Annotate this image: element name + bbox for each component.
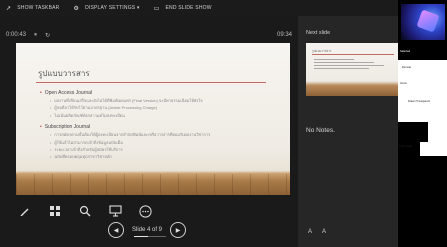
arrow-up-icon: ↗	[6, 5, 12, 12]
screen-icon[interactable]	[108, 204, 122, 218]
slide-title-divider	[36, 82, 266, 83]
previous-icon: ◀	[113, 227, 119, 234]
overlay-panel	[428, 122, 447, 142]
overlay-panel	[420, 142, 447, 156]
next-slide-label: Next slide	[306, 30, 331, 36]
next-slide-preview[interactable]: รูปแบบวารสาร	[306, 43, 401, 96]
bullet-item: ระยะเวลาเข้าถึงสำหรับผู้สมัครใช้บริการ	[40, 146, 280, 153]
show-taskbar-button[interactable]: ↗ SHOW TASKBAR	[6, 5, 59, 12]
overlay-label: Arrow	[400, 82, 407, 85]
overlay-label: Trans Solid	[399, 145, 413, 148]
zoom-icon[interactable]	[78, 204, 92, 218]
next-slide-text-line	[314, 59, 354, 60]
bullet-item: ผู้ใช้แล้วไม่สามารถเข้าถึงข้อมูลฉบับเต็ม	[40, 139, 280, 146]
increase-font-button[interactable]: A	[308, 229, 312, 235]
end-slide-show-button[interactable]: ▭ END SLIDE SHOW	[154, 5, 212, 12]
next-slide-text-line	[314, 68, 369, 69]
next-slide-text-line	[314, 65, 384, 66]
next-icon: ▶	[175, 227, 181, 234]
display-settings-button[interactable]: ⚙ DISPLAY SETTINGS ▾	[73, 5, 139, 12]
current-slide[interactable]: รูปแบบวารสาร Open Access Journal ผลงานที…	[16, 43, 290, 195]
overlay-label: Remote	[402, 66, 412, 69]
notes-font-size-controls: A A	[308, 229, 326, 235]
overlay-label: Drawn Transparent	[408, 100, 431, 103]
slide-counter-label: Slide 4 of 9	[132, 227, 163, 233]
overlay-panel	[398, 60, 447, 122]
slide-bullet-list: Open Access Journal ผลงานที่เขียนเสร็จแล…	[40, 89, 280, 161]
end-show-icon: ▭	[153, 5, 160, 12]
previous-slide-button[interactable]: ◀	[108, 222, 124, 238]
pause-icon[interactable]: ⏸	[34, 32, 37, 39]
next-slide-text-line	[314, 62, 374, 63]
presenter-toolbar: ↗ SHOW TASKBAR ⚙ DISPLAY SETTINGS ▾ ▭ EN…	[0, 0, 447, 16]
timer-row: 0:00:43 ⏸ ↻ 09:34	[6, 30, 292, 40]
current-slide-pane: 0:00:43 ⏸ ↻ 09:34 รูปแบบวารสาร Open Acce…	[0, 16, 298, 247]
wallpaper-thumbnail	[401, 4, 445, 40]
slide-title: รูปแบบวารสาร	[38, 69, 90, 78]
bullet-item: ฉบับที่ครอบคลุมทุกสาขาวิชาหลัก	[40, 153, 280, 160]
end-slide-show-label: END SLIDE SHOW	[165, 5, 212, 11]
show-taskbar-label: SHOW TASKBAR	[17, 5, 60, 11]
elapsed-timer: 0:00:43	[6, 32, 27, 38]
display-settings-label: DISPLAY SETTINGS ▾	[85, 5, 140, 11]
wood-floor-decoration	[16, 174, 290, 195]
bullet-item: Subscription Journal	[40, 123, 280, 131]
next-slide-button[interactable]: ▶	[170, 222, 187, 238]
slide-tools	[18, 204, 152, 218]
see-all-slides-icon[interactable]	[48, 204, 62, 218]
clock: 09:34	[276, 32, 292, 38]
restart-timer-icon[interactable]: ↻	[45, 32, 50, 39]
next-slide-divider	[312, 54, 394, 55]
decrease-font-button[interactable]: A	[322, 229, 326, 235]
bullet-item: ไม่เน้นผลิตภัณฑ์ดังกล่าวแต่ไม่ลงทะเบียน	[40, 112, 280, 119]
slide-progress-bar	[134, 236, 166, 237]
pen-icon[interactable]	[18, 204, 32, 218]
display-settings-icon: ⚙	[73, 5, 80, 12]
overlay-strip: Selected Remote Arrow Drawn Transparent …	[398, 0, 447, 247]
slide-navigation: ◀ Slide 4 of 9 ▶	[108, 222, 187, 238]
bullet-item: Open Access Journal	[40, 89, 280, 97]
slide-progress-fill	[134, 236, 149, 237]
slide-counter[interactable]: Slide 4 of 9	[132, 227, 166, 237]
bullet-item: ผู้ขอดีลาให้รับไว้ตามมาตรฐาน (Article Pr…	[40, 104, 280, 111]
bullet-item: ผลงานที่เขียนเสร็จและยังไม่ได้ตีพิมพ์เผย…	[40, 97, 280, 104]
speaker-notes[interactable]: No Notes.	[306, 127, 335, 134]
more-options-icon[interactable]	[138, 204, 152, 218]
overlay-label: Selected	[400, 50, 411, 53]
bullet-item: การสมัครตามขั้นต้องให้ผู้ลงทะเบียนจากสำน…	[40, 131, 280, 138]
